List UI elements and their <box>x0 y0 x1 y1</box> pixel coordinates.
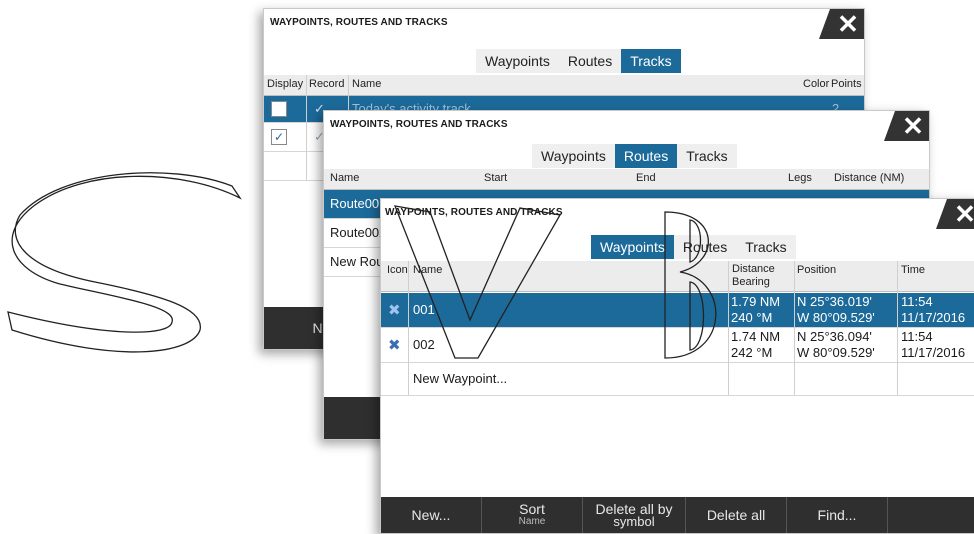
waypoints-dialog: WAYPOINTS, ROUTES AND TRACKS ✕ Waypoints… <box>380 198 974 534</box>
tab-routes[interactable]: Routes <box>558 49 622 73</box>
col-color: Color <box>803 78 830 90</box>
waypoint-lat: N 25°36.094' <box>797 329 872 344</box>
waypoint-date: 11/17/2016 <box>901 345 966 360</box>
col-record: Record <box>309 78 345 90</box>
waypoint-x-icon: ✖ <box>388 337 401 354</box>
waypoint-name: 002 <box>413 337 435 352</box>
close-button[interactable]: ✕ <box>936 199 974 229</box>
route-name: Route002 <box>330 225 387 240</box>
col-legs: Legs <box>788 172 812 184</box>
col-name: Name <box>413 264 443 276</box>
delete-all-button[interactable]: Delete all <box>686 497 786 533</box>
col-name: Name <box>330 172 360 184</box>
col-name: Name <box>352 78 382 90</box>
tab-waypoints[interactable]: Waypoints <box>476 49 559 73</box>
col-display: Display <box>267 78 304 90</box>
button-sublabel: Name <box>518 516 546 527</box>
tab-tracks[interactable]: Tracks <box>736 235 796 259</box>
waypoint-lat: N 25°36.019' <box>797 294 872 309</box>
close-icon: ✕ <box>954 199 974 229</box>
waypoint-time: 11:54 <box>901 294 933 309</box>
delete-all-by-symbol-button[interactable]: Delete all by symbol <box>583 497 685 533</box>
tab-waypoints[interactable]: Waypoints <box>532 144 615 168</box>
tab-routes[interactable]: Routes <box>614 144 678 168</box>
dialog-title: WAYPOINTS, ROUTES AND TRACKS <box>385 207 563 218</box>
waypoint-bearing: 242 °M <box>731 345 773 360</box>
tab-routes[interactable]: Routes <box>673 235 737 259</box>
display-checkbox[interactable] <box>271 101 287 117</box>
col-time: Time <box>901 264 926 276</box>
dialog-title: WAYPOINTS, ROUTES AND TRACKS <box>270 17 448 28</box>
button-label: Delete all <box>706 507 766 523</box>
sort-button[interactable]: Sort Name <box>482 497 582 533</box>
col-distance: Distance (NM) <box>834 172 905 184</box>
display-checkbox[interactable]: ✓ <box>271 129 287 145</box>
waypoint-date: 11/17/2016 <box>901 310 966 325</box>
tab-tracks[interactable]: Tracks <box>677 144 737 168</box>
waypoint-bearing: 240 °M <box>731 310 773 325</box>
new-waypoint-button[interactable]: New... <box>381 497 481 533</box>
tab-waypoints[interactable]: Waypoints <box>591 235 674 259</box>
button-sublabel: symbol <box>613 514 655 529</box>
col-points: Points <box>831 78 862 90</box>
col-end: End <box>636 172 656 184</box>
col-start: Start <box>484 172 508 184</box>
waypoint-x-icon: ✖ <box>388 302 401 319</box>
table-header: Icon Name Distance Bearing Position Time <box>381 261 974 292</box>
button-label: Find... <box>817 507 857 523</box>
close-button[interactable]: ✕ <box>819 9 864 39</box>
table-header: Name Start End Legs Distance (NM) <box>324 169 929 190</box>
route-name: Route001 <box>330 196 387 211</box>
table-header: Display Record Name Color Points <box>264 75 864 96</box>
dialog-title: WAYPOINTS, ROUTES AND TRACKS <box>330 119 508 130</box>
col-icon: Icon <box>387 264 408 276</box>
find-button[interactable]: Find... <box>787 497 887 533</box>
button-label: Sort <box>519 501 545 517</box>
col-position: Position <box>797 264 837 276</box>
waypoint-time: 11:54 <box>901 329 933 344</box>
waypoint-lon: W 80°09.529' <box>797 310 875 325</box>
button-label: New... <box>411 507 451 523</box>
table-row[interactable]: ✖ 002 1.74 NM 242 °M N 25°36.094' W 80°0… <box>381 328 974 363</box>
close-icon: ✕ <box>837 9 859 39</box>
waypoint-distance: 1.74 NM <box>731 329 781 344</box>
table-row[interactable]: ✖ 001 1.79 NM 240 °M N 25°36.019' W 80°0… <box>381 293 974 328</box>
waypoint-lon: W 80°09.529' <box>797 345 875 360</box>
table-row[interactable]: New Waypoint... <box>381 363 974 396</box>
tab-tracks[interactable]: Tracks <box>621 49 681 73</box>
waypoint-distance: 1.79 NM <box>731 294 781 309</box>
col-bearing: Bearing <box>732 276 770 288</box>
close-icon: ✕ <box>902 111 924 141</box>
new-waypoint-item[interactable]: New Waypoint... <box>413 371 507 386</box>
col-distance: Distance <box>732 263 775 275</box>
close-button[interactable]: ✕ <box>884 111 929 141</box>
waypoint-name: 001 <box>413 302 435 317</box>
footer-toolbar: New... Sort Name Delete all by symbol De… <box>381 497 974 533</box>
